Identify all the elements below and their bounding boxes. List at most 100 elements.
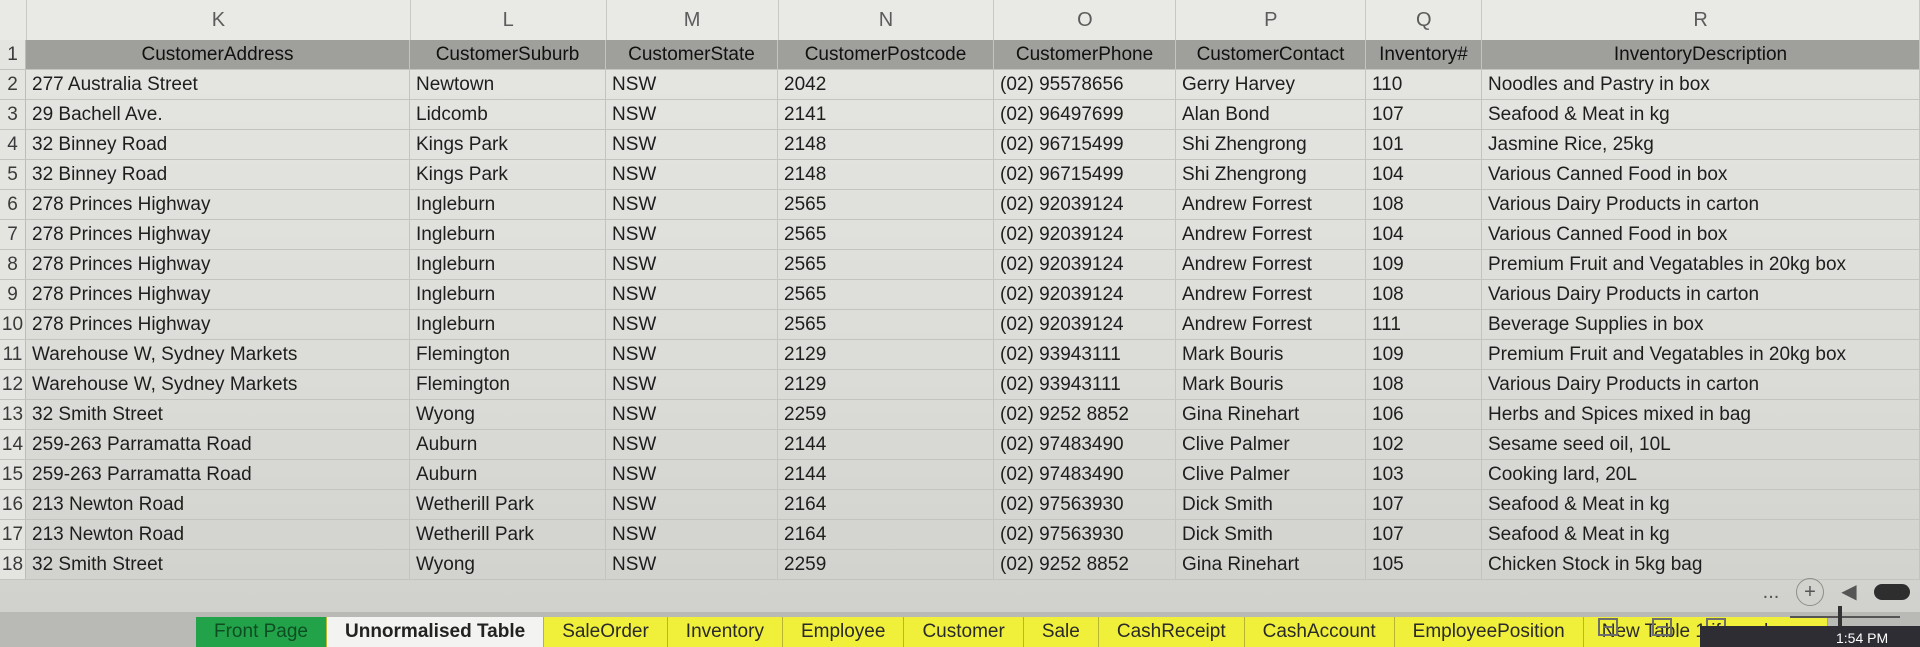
- cell-customer-suburb[interactable]: Flemington: [410, 370, 606, 399]
- sheet-tab[interactable]: Sale: [1023, 617, 1099, 647]
- cell-inventory-number[interactable]: 107: [1366, 100, 1482, 129]
- cell-customer-address[interactable]: 32 Smith Street: [26, 550, 410, 579]
- scroll-left-icon[interactable]: ◀: [1836, 579, 1862, 605]
- cell-customer-address[interactable]: 213 Newton Road: [26, 490, 410, 519]
- cell-customer-phone[interactable]: (02) 92039124: [994, 220, 1176, 249]
- cell-inventory-number[interactable]: 105: [1366, 550, 1482, 579]
- cell-customer-state[interactable]: NSW: [606, 520, 778, 549]
- zoom-slider-knob[interactable]: [1838, 606, 1842, 626]
- cell-customer-address[interactable]: 278 Princes Highway: [26, 190, 410, 219]
- cell-customer-postcode[interactable]: 2565: [778, 190, 994, 219]
- row-number[interactable]: 9: [0, 280, 26, 309]
- sheet-tab[interactable]: SaleOrder: [544, 617, 668, 647]
- cell-inventory-number[interactable]: 101: [1366, 130, 1482, 159]
- cell-inventory-description[interactable]: Sesame seed oil, 10L: [1482, 430, 1920, 459]
- cell-inventory-description[interactable]: Jasmine Rice, 25kg: [1482, 130, 1920, 159]
- cell-customer-state[interactable]: NSW: [606, 370, 778, 399]
- cell-customer-postcode[interactable]: 2042: [778, 70, 994, 99]
- header-cell-customer-suburb[interactable]: CustomerSuburb: [410, 40, 606, 69]
- cell-customer-suburb[interactable]: Wyong: [410, 400, 606, 429]
- cell-customer-suburb[interactable]: Lidcomb: [410, 100, 606, 129]
- cell-customer-contact[interactable]: Dick Smith: [1176, 490, 1366, 519]
- cell-customer-postcode[interactable]: 2259: [778, 550, 994, 579]
- cell-customer-phone[interactable]: (02) 96715499: [994, 130, 1176, 159]
- cell-customer-address[interactable]: 259-263 Parramatta Road: [26, 430, 410, 459]
- select-all-corner[interactable]: [0, 0, 27, 40]
- cell-customer-suburb[interactable]: Ingleburn: [410, 250, 606, 279]
- cell-customer-phone[interactable]: (02) 9252 8852: [994, 400, 1176, 429]
- cell-customer-phone[interactable]: (02) 92039124: [994, 280, 1176, 309]
- cell-customer-phone[interactable]: (02) 97563930: [994, 520, 1176, 549]
- cell-customer-phone[interactable]: (02) 97483490: [994, 460, 1176, 489]
- cell-customer-phone[interactable]: (02) 96715499: [994, 160, 1176, 189]
- cell-customer-suburb[interactable]: Ingleburn: [410, 220, 606, 249]
- row-number[interactable]: 8: [0, 250, 26, 279]
- cell-inventory-number[interactable]: 111: [1366, 310, 1482, 339]
- cell-inventory-number[interactable]: 108: [1366, 190, 1482, 219]
- cell-customer-contact[interactable]: Andrew Forrest: [1176, 280, 1366, 309]
- header-cell-customer-contact[interactable]: CustomerContact: [1176, 40, 1366, 69]
- header-cell-customer-postcode[interactable]: CustomerPostcode: [778, 40, 994, 69]
- row-number[interactable]: 11: [0, 340, 26, 369]
- cell-customer-postcode[interactable]: 2565: [778, 280, 994, 309]
- cell-customer-contact[interactable]: Alan Bond: [1176, 100, 1366, 129]
- sheet-tab[interactable]: Unnormalised Table: [327, 617, 545, 647]
- row-number[interactable]: 16: [0, 490, 26, 519]
- cell-customer-state[interactable]: NSW: [606, 220, 778, 249]
- row-number[interactable]: 2: [0, 70, 26, 99]
- cell-customer-suburb[interactable]: Wetherill Park: [410, 490, 606, 519]
- cell-customer-address[interactable]: 278 Princes Highway: [26, 220, 410, 249]
- cell-customer-suburb[interactable]: Wyong: [410, 550, 606, 579]
- row-number[interactable]: 10: [0, 310, 26, 339]
- row-number[interactable]: 12: [0, 370, 26, 399]
- cell-customer-contact[interactable]: Andrew Forrest: [1176, 310, 1366, 339]
- cell-customer-address[interactable]: 278 Princes Highway: [26, 280, 410, 309]
- cell-customer-suburb[interactable]: Kings Park: [410, 130, 606, 159]
- cell-customer-state[interactable]: NSW: [606, 460, 778, 489]
- cell-inventory-number[interactable]: 106: [1366, 400, 1482, 429]
- cell-customer-address[interactable]: 213 Newton Road: [26, 520, 410, 549]
- cell-customer-postcode[interactable]: 2148: [778, 130, 994, 159]
- cell-inventory-number[interactable]: 107: [1366, 490, 1482, 519]
- cell-customer-state[interactable]: NSW: [606, 430, 778, 459]
- sheet-tab[interactable]: Employee: [782, 617, 905, 647]
- cell-customer-postcode[interactable]: 2148: [778, 160, 994, 189]
- cell-customer-state[interactable]: NSW: [606, 340, 778, 369]
- cell-customer-address[interactable]: Warehouse W, Sydney Markets: [26, 340, 410, 369]
- cell-inventory-description[interactable]: Various Canned Food in box: [1482, 220, 1920, 249]
- header-cell-customer-address[interactable]: CustomerAddress: [26, 40, 410, 69]
- cell-customer-state[interactable]: NSW: [606, 490, 778, 519]
- cell-customer-contact[interactable]: Mark Bouris: [1176, 370, 1366, 399]
- cell-customer-postcode[interactable]: 2129: [778, 370, 994, 399]
- cell-customer-state[interactable]: NSW: [606, 190, 778, 219]
- add-sheet-button[interactable]: +: [1796, 578, 1824, 606]
- sheet-tab[interactable]: EmployeePosition: [1394, 617, 1584, 647]
- cell-inventory-description[interactable]: Beverage Supplies in box: [1482, 310, 1920, 339]
- cell-customer-phone[interactable]: (02) 93943111: [994, 340, 1176, 369]
- cell-customer-postcode[interactable]: 2565: [778, 220, 994, 249]
- cell-customer-address[interactable]: 32 Binney Road: [26, 160, 410, 189]
- cell-customer-phone[interactable]: (02) 93943111: [994, 370, 1176, 399]
- cell-inventory-number[interactable]: 103: [1366, 460, 1482, 489]
- column-letter-k[interactable]: K: [27, 0, 411, 40]
- sheet-tab[interactable]: Customer: [904, 617, 1024, 647]
- cell-customer-contact[interactable]: Clive Palmer: [1176, 430, 1366, 459]
- cell-inventory-number[interactable]: 104: [1366, 160, 1482, 189]
- more-sheets-icon[interactable]: ...: [1758, 579, 1784, 605]
- cell-customer-postcode[interactable]: 2565: [778, 250, 994, 279]
- cell-customer-suburb[interactable]: Kings Park: [410, 160, 606, 189]
- cell-customer-phone[interactable]: (02) 97483490: [994, 430, 1176, 459]
- cell-customer-phone[interactable]: (02) 92039124: [994, 190, 1176, 219]
- cell-inventory-description[interactable]: Seafood & Meat in kg: [1482, 490, 1920, 519]
- cell-customer-postcode[interactable]: 2144: [778, 460, 994, 489]
- column-letter-o[interactable]: O: [994, 0, 1177, 40]
- cell-inventory-description[interactable]: Various Canned Food in box: [1482, 160, 1920, 189]
- cell-inventory-number[interactable]: 110: [1366, 70, 1482, 99]
- cell-inventory-number[interactable]: 102: [1366, 430, 1482, 459]
- cell-customer-suburb[interactable]: Auburn: [410, 460, 606, 489]
- cell-customer-address[interactable]: 277 Australia Street: [26, 70, 410, 99]
- cell-customer-postcode[interactable]: 2259: [778, 400, 994, 429]
- header-cell-inventory-number[interactable]: Inventory#: [1366, 40, 1482, 69]
- cell-inventory-number[interactable]: 104: [1366, 220, 1482, 249]
- cell-customer-state[interactable]: NSW: [606, 160, 778, 189]
